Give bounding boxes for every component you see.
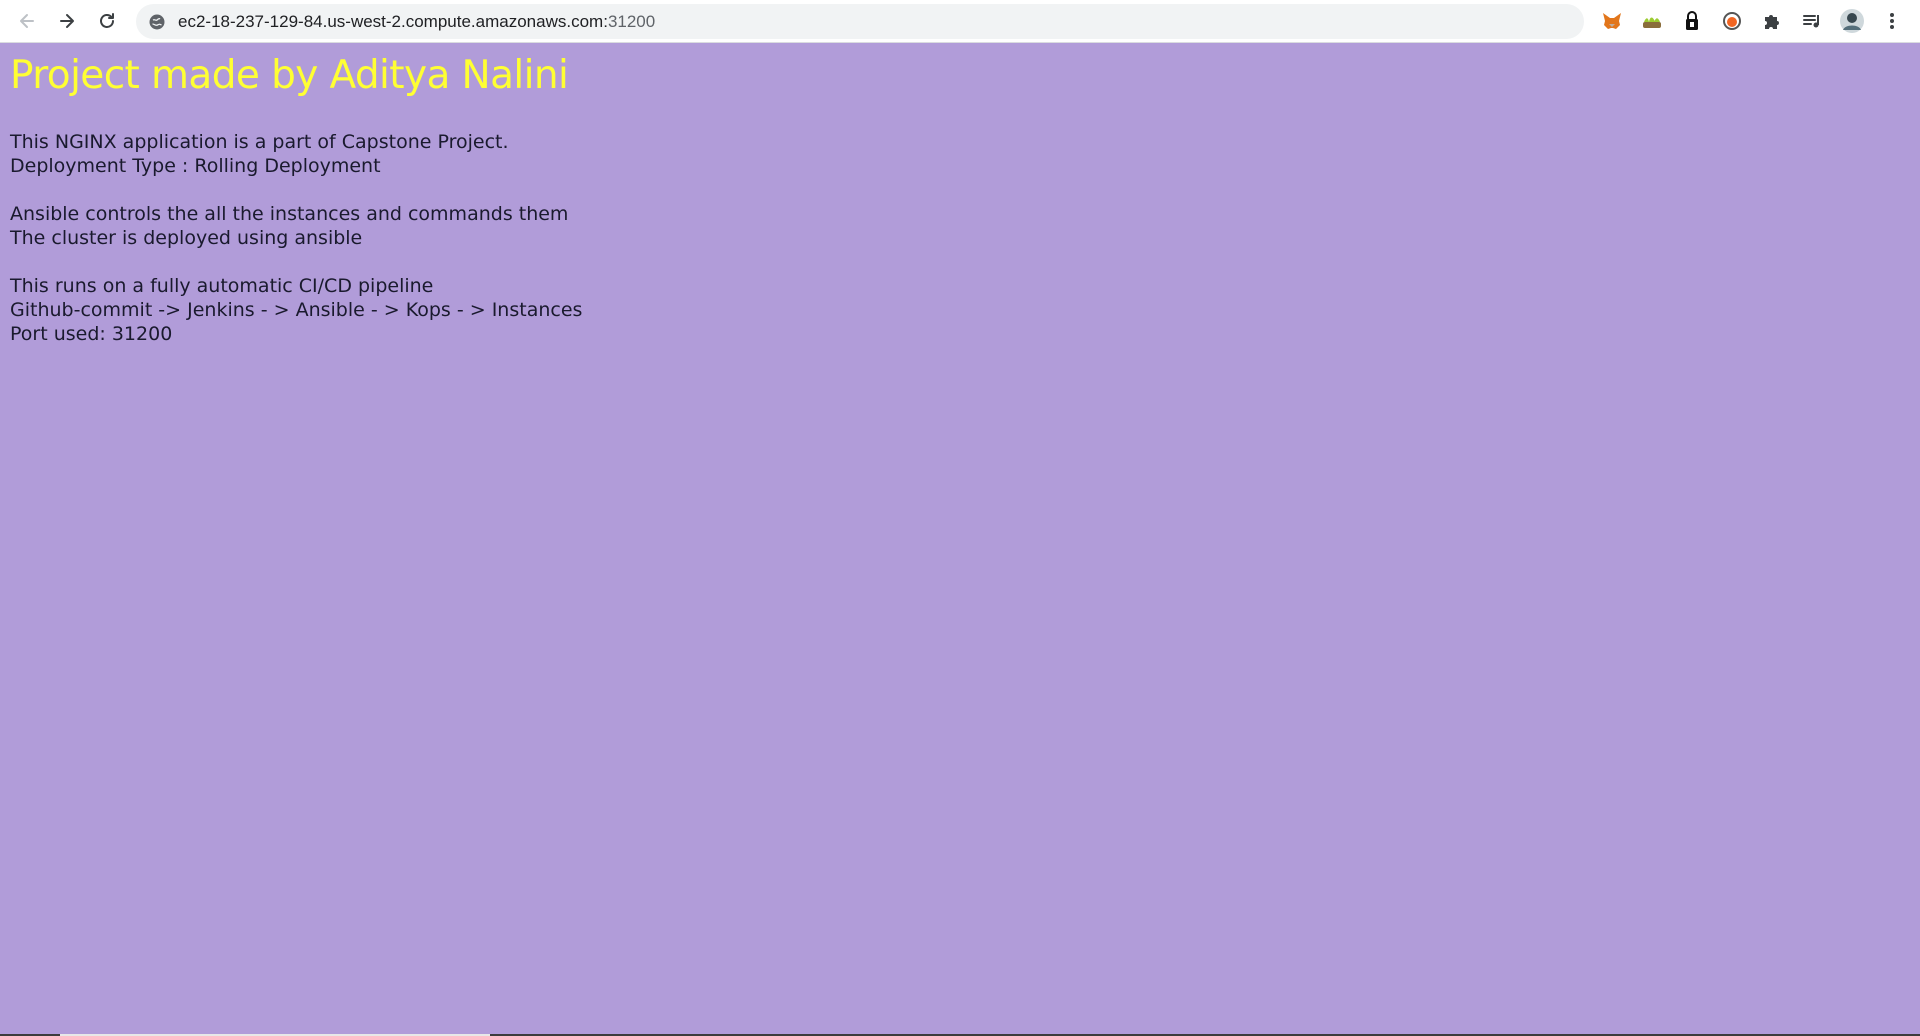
- fox-extension-icon[interactable]: [1599, 8, 1625, 34]
- browser-toolbar: ec2-18-237-129-84.us-west-2.compute.amaz…: [0, 0, 1920, 43]
- ansible-info-paragraph: Ansible controls the all the instances a…: [10, 202, 568, 250]
- profile-avatar-icon[interactable]: [1839, 8, 1865, 34]
- pipeline-info-paragraph: This runs on a fully automatic CI/CD pip…: [10, 274, 582, 346]
- arrow-left-icon: [20, 14, 34, 28]
- ansible-control-line: Ansible controls the all the instances a…: [10, 203, 569, 225]
- kebab-menu-icon[interactable]: [1879, 8, 1905, 34]
- grass-extension-icon[interactable]: [1639, 8, 1665, 34]
- forward-button[interactable]: [52, 6, 82, 36]
- port-line: Port used: 31200: [10, 323, 173, 345]
- page-content: Project made by Aditya Nalini This NGINX…: [0, 43, 1920, 1034]
- url-host: ec2-18-237-129-84.us-west-2.compute.amaz…: [178, 12, 608, 31]
- back-button[interactable]: [12, 6, 42, 36]
- orange-circle-extension-icon[interactable]: [1719, 8, 1745, 34]
- cluster-deploy-line: The cluster is deployed using ansible: [10, 227, 363, 249]
- page-title: Project made by Aditya Nalini: [10, 53, 569, 98]
- project-info-line: This NGINX application is a part of Caps…: [10, 131, 509, 153]
- arrow-right-icon: [60, 14, 74, 28]
- puzzle-icon[interactable]: [1759, 8, 1785, 34]
- pipeline-flow-line: Github-commit -> Jenkins - > Ansible - >…: [10, 299, 583, 321]
- media-queue-icon[interactable]: [1799, 8, 1825, 34]
- url-port: 31200: [607, 12, 656, 31]
- site-info-icon[interactable]: [148, 13, 166, 31]
- reload-icon: [100, 13, 114, 28]
- url-text[interactable]: ec2-18-237-129-84.us-west-2.compute.amaz…: [178, 4, 655, 39]
- deployment-type-line: Deployment Type : Rolling Deployment: [10, 155, 381, 177]
- lock-extension-icon[interactable]: [1679, 8, 1705, 34]
- pipeline-line: This runs on a fully automatic CI/CD pip…: [10, 275, 434, 297]
- reload-button[interactable]: [92, 6, 122, 36]
- address-bar[interactable]: ec2-18-237-129-84.us-west-2.compute.amaz…: [136, 4, 1584, 39]
- project-info-paragraph: This NGINX application is a part of Caps…: [10, 130, 509, 178]
